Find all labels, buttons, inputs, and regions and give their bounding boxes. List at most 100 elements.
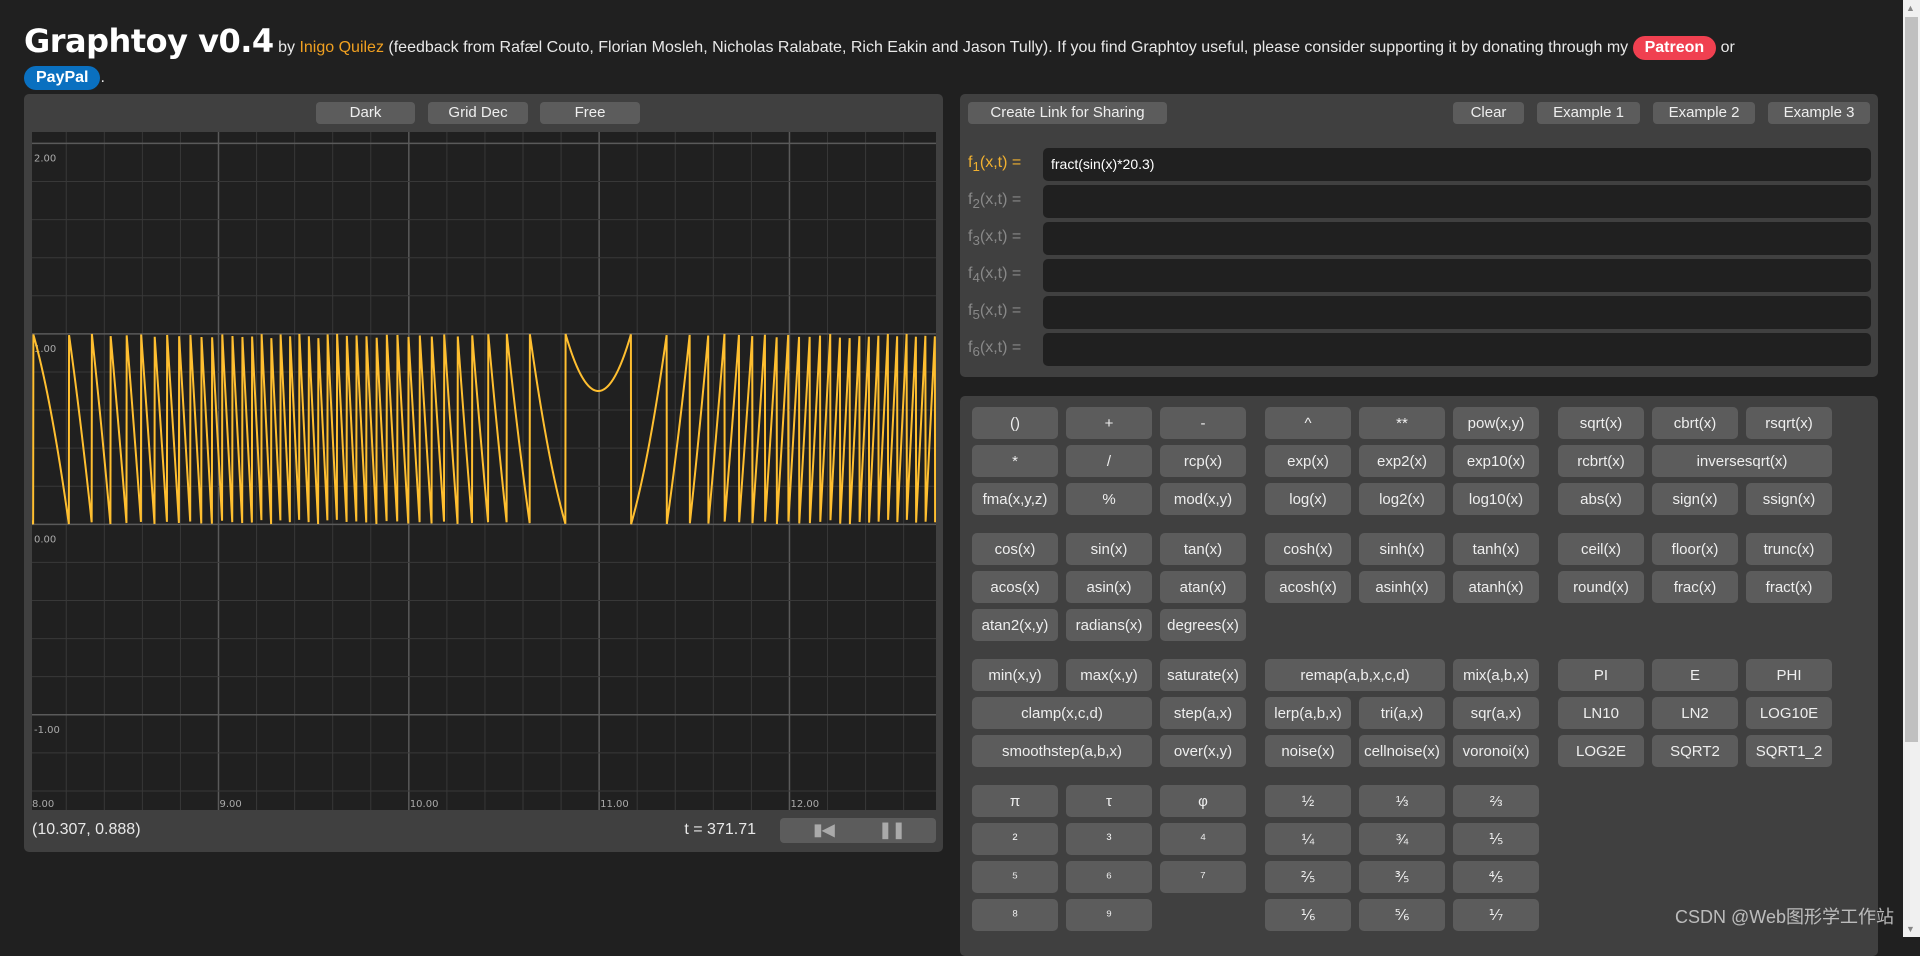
insert-button[interactable]: pow(x,y) <box>1453 407 1539 439</box>
insert-button[interactable]: ⁵ <box>972 861 1058 893</box>
insert-button[interactable]: frac(x) <box>1652 571 1738 603</box>
insert-button[interactable]: rcbrt(x) <box>1558 445 1644 477</box>
insert-button[interactable]: cos(x) <box>972 533 1058 565</box>
insert-button[interactable]: degrees(x) <box>1160 609 1246 641</box>
insert-button[interactable]: atan2(x,y) <box>972 609 1058 641</box>
insert-button[interactable]: SQRT2 <box>1652 735 1738 767</box>
function-input-5[interactable] <box>1043 296 1871 329</box>
insert-button[interactable]: round(x) <box>1558 571 1644 603</box>
insert-button[interactable]: atanh(x) <box>1453 571 1539 603</box>
insert-button[interactable]: ⅐ <box>1453 899 1539 931</box>
insert-button[interactable]: ⅔ <box>1453 785 1539 817</box>
insert-button[interactable]: () <box>972 407 1058 439</box>
insert-button[interactable]: LOG10E <box>1746 697 1832 729</box>
insert-button[interactable]: tri(a,x) <box>1359 697 1445 729</box>
insert-button[interactable]: fract(x) <box>1746 571 1832 603</box>
insert-button[interactable]: sign(x) <box>1652 483 1738 515</box>
insert-button[interactable]: exp10(x) <box>1453 445 1539 477</box>
insert-button[interactable]: asin(x) <box>1066 571 1152 603</box>
scroll-up-icon[interactable]: ▲ <box>1906 3 1915 13</box>
insert-button[interactable]: sinh(x) <box>1359 533 1445 565</box>
insert-button[interactable]: ⁸ <box>972 899 1058 931</box>
insert-button[interactable]: ⅓ <box>1359 785 1445 817</box>
mode-button[interactable]: Free <box>540 102 640 124</box>
insert-button[interactable]: cellnoise(x) <box>1359 735 1445 767</box>
insert-button[interactable]: φ <box>1160 785 1246 817</box>
function-input-6[interactable] <box>1043 333 1871 366</box>
insert-button[interactable]: voronoi(x) <box>1453 735 1539 767</box>
clear-button[interactable]: Clear <box>1453 102 1524 124</box>
insert-button[interactable]: LN10 <box>1558 697 1644 729</box>
insert-button[interactable]: ⅕ <box>1453 823 1539 855</box>
insert-button[interactable]: PI <box>1558 659 1644 691</box>
insert-button[interactable]: ^ <box>1265 407 1351 439</box>
insert-button[interactable]: fma(x,y,z) <box>972 483 1058 515</box>
insert-button[interactable]: over(x,y) <box>1160 735 1246 767</box>
insert-button[interactable]: step(a,x) <box>1160 697 1246 729</box>
insert-button[interactable]: PHI <box>1746 659 1832 691</box>
insert-button[interactable]: mod(x,y) <box>1160 483 1246 515</box>
insert-button[interactable]: ⁷ <box>1160 861 1246 893</box>
insert-button[interactable]: trunc(x) <box>1746 533 1832 565</box>
example-1-button[interactable]: Example 1 <box>1537 102 1640 124</box>
insert-button[interactable]: acos(x) <box>972 571 1058 603</box>
insert-button[interactable]: ½ <box>1265 785 1351 817</box>
insert-button[interactable]: / <box>1066 445 1152 477</box>
insert-button[interactable]: tan(x) <box>1160 533 1246 565</box>
insert-button[interactable]: exp(x) <box>1265 445 1351 477</box>
insert-button[interactable]: sin(x) <box>1066 533 1152 565</box>
function-input-2[interactable] <box>1043 185 1871 218</box>
example-2-button[interactable]: Example 2 <box>1653 102 1755 124</box>
insert-button[interactable]: saturate(x) <box>1160 659 1246 691</box>
insert-button[interactable]: rsqrt(x) <box>1746 407 1832 439</box>
insert-button[interactable]: ³ <box>1066 823 1152 855</box>
insert-button[interactable]: asinh(x) <box>1359 571 1445 603</box>
insert-button[interactable]: E <box>1652 659 1738 691</box>
insert-button[interactable]: abs(x) <box>1558 483 1644 515</box>
insert-button[interactable]: log10(x) <box>1453 483 1539 515</box>
insert-button[interactable]: sqrt(x) <box>1558 407 1644 439</box>
insert-button[interactable]: sqr(a,x) <box>1453 697 1539 729</box>
insert-button[interactable]: ssign(x) <box>1746 483 1832 515</box>
insert-button[interactable]: ** <box>1359 407 1445 439</box>
theme-button[interactable]: Dark <box>316 102 415 124</box>
insert-button[interactable]: exp2(x) <box>1359 445 1445 477</box>
insert-button[interactable]: cosh(x) <box>1265 533 1351 565</box>
function-input-4[interactable] <box>1043 259 1871 292</box>
scrollbar-thumb[interactable] <box>1905 17 1918 742</box>
insert-button[interactable]: lerp(a,b,x) <box>1265 697 1351 729</box>
author-link[interactable]: Inigo Quilez <box>299 39 384 56</box>
insert-button[interactable]: ⅘ <box>1453 861 1539 893</box>
insert-button[interactable]: tanh(x) <box>1453 533 1539 565</box>
insert-button[interactable]: ⁹ <box>1066 899 1152 931</box>
insert-button[interactable]: ⁴ <box>1160 823 1246 855</box>
example-3-button[interactable]: Example 3 <box>1768 102 1870 124</box>
insert-button[interactable]: atan(x) <box>1160 571 1246 603</box>
insert-button[interactable]: * <box>972 445 1058 477</box>
paypal-link[interactable]: PayPal <box>24 66 101 90</box>
insert-button[interactable]: SQRT1_2 <box>1746 735 1832 767</box>
insert-button[interactable]: ceil(x) <box>1558 533 1644 565</box>
insert-button[interactable]: min(x,y) <box>972 659 1058 691</box>
insert-button[interactable]: % <box>1066 483 1152 515</box>
insert-button[interactable]: smoothstep(a,b,x) <box>972 735 1152 767</box>
insert-button[interactable]: ¼ <box>1265 823 1351 855</box>
insert-button[interactable]: ⅗ <box>1359 861 1445 893</box>
insert-button[interactable]: radians(x) <box>1066 609 1152 641</box>
insert-button[interactable]: ⅖ <box>1265 861 1351 893</box>
insert-button[interactable]: remap(a,b,x,c,d) <box>1265 659 1445 691</box>
insert-button[interactable]: inversesqrt(x) <box>1652 445 1832 477</box>
grid-button[interactable]: Grid Dec <box>428 102 528 124</box>
insert-button[interactable]: ⅚ <box>1359 899 1445 931</box>
insert-button[interactable]: τ <box>1066 785 1152 817</box>
insert-button[interactable]: + <box>1066 407 1152 439</box>
insert-button[interactable]: rcp(x) <box>1160 445 1246 477</box>
graph-canvas[interactable]: 2.001.000.00-1.008.00 9.00 10.00 11.00 12.00 <box>32 132 936 810</box>
insert-button[interactable]: clamp(x,c,d) <box>972 697 1152 729</box>
insert-button[interactable]: LN2 <box>1652 697 1738 729</box>
insert-button[interactable]: floor(x) <box>1652 533 1738 565</box>
insert-button[interactable]: cbrt(x) <box>1652 407 1738 439</box>
insert-button[interactable]: mix(a,b,x) <box>1453 659 1539 691</box>
insert-button[interactable]: acosh(x) <box>1265 571 1351 603</box>
function-input-3[interactable] <box>1043 222 1871 255</box>
